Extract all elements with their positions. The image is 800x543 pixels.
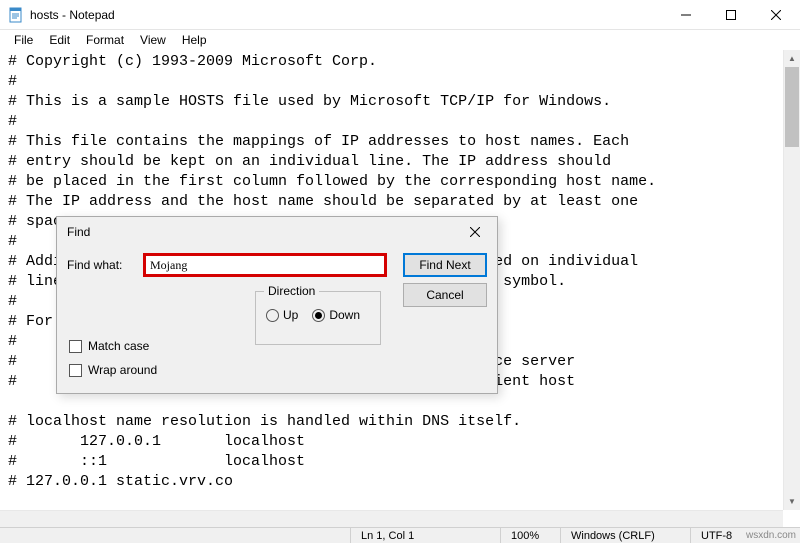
match-case-checkbox[interactable]: Match case: [69, 339, 157, 353]
direction-down-radio[interactable]: Down: [312, 308, 360, 322]
up-label: Up: [283, 308, 298, 322]
vertical-scrollbar[interactable]: ▲ ▼: [783, 50, 800, 510]
status-position: Ln 1, Col 1: [350, 528, 500, 543]
radio-icon: [266, 309, 279, 322]
wrap-around-label: Wrap around: [88, 363, 157, 377]
close-button[interactable]: [753, 0, 798, 29]
cancel-button[interactable]: Cancel: [403, 283, 487, 307]
checkbox-icon: [69, 340, 82, 353]
find-dialog: Find Find what: Find Next Cancel Directi…: [56, 216, 498, 394]
find-next-button[interactable]: Find Next: [403, 253, 487, 277]
scroll-up-arrow[interactable]: ▲: [784, 50, 800, 67]
statusbar: Ln 1, Col 1 100% Windows (CRLF) UTF-8: [0, 527, 800, 543]
direction-group: Direction Up Down: [255, 291, 381, 345]
maximize-button[interactable]: [708, 0, 753, 29]
status-line-ending: Windows (CRLF): [560, 528, 690, 543]
down-label: Down: [329, 308, 360, 322]
scroll-thumb[interactable]: [785, 67, 799, 147]
checkbox-icon: [69, 364, 82, 377]
match-case-label: Match case: [88, 339, 149, 353]
find-titlebar: Find: [57, 217, 497, 247]
horizontal-scrollbar[interactable]: [0, 510, 783, 527]
titlebar: hosts - Notepad: [0, 0, 800, 30]
find-what-label: Find what:: [67, 258, 143, 272]
window-title: hosts - Notepad: [30, 8, 663, 22]
find-what-input[interactable]: [143, 253, 387, 277]
minimize-button[interactable]: [663, 0, 708, 29]
menu-edit[interactable]: Edit: [41, 31, 78, 49]
notepad-icon: [8, 7, 24, 23]
find-title-text: Find: [67, 225, 459, 239]
menu-file[interactable]: File: [6, 31, 41, 49]
menu-format[interactable]: Format: [78, 31, 132, 49]
menu-view[interactable]: View: [132, 31, 174, 49]
direction-up-radio[interactable]: Up: [266, 308, 298, 322]
direction-label: Direction: [264, 284, 319, 298]
wrap-around-checkbox[interactable]: Wrap around: [69, 363, 157, 377]
status-zoom: 100%: [500, 528, 560, 543]
menubar: File Edit Format View Help: [0, 30, 800, 50]
find-close-button[interactable]: [459, 218, 491, 246]
menu-help[interactable]: Help: [174, 31, 215, 49]
radio-icon: [312, 309, 325, 322]
scroll-down-arrow[interactable]: ▼: [784, 493, 800, 510]
watermark: wsxdn.com: [746, 530, 796, 541]
